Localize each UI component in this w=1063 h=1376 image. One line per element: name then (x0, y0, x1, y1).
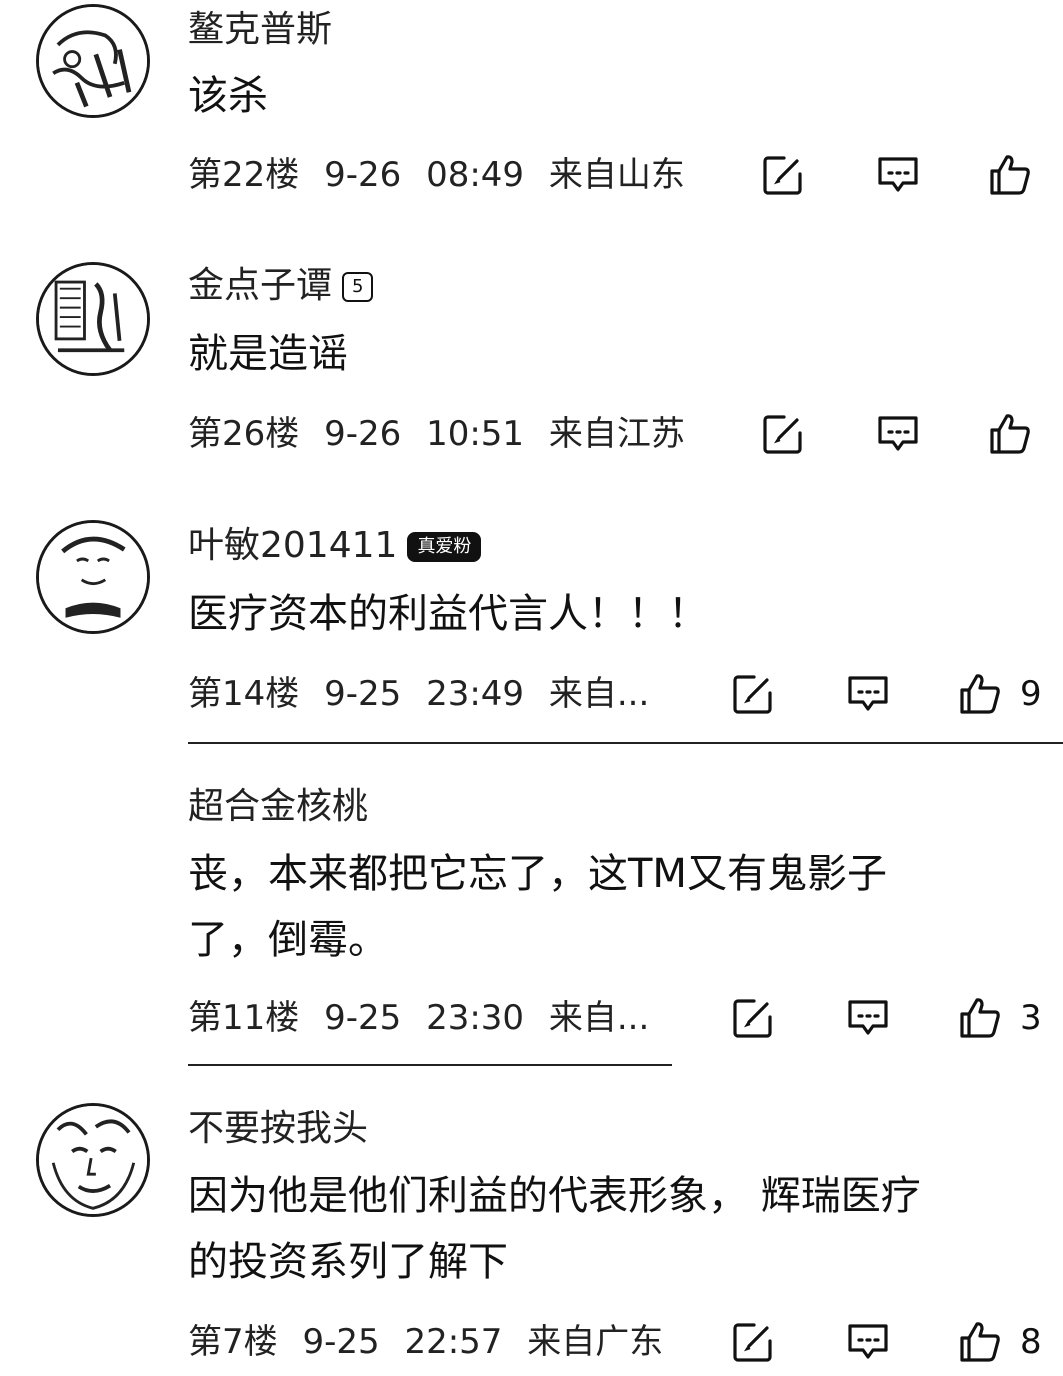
like-count: 3 (1020, 998, 1042, 1038)
floor-number: 第14楼 (188, 674, 300, 714)
post-time: 22:57 (404, 1322, 503, 1362)
comment-text-line1: 丧，本来都把它忘了，这TM又有鬼影子 (188, 851, 887, 897)
edit-icon[interactable] (730, 671, 776, 717)
post-time: 23:30 (426, 998, 525, 1038)
username-text[interactable]: 金点子谭 (188, 265, 332, 306)
thumbs-up-icon[interactable] (987, 152, 1033, 198)
post-date: 9-25 (324, 998, 402, 1038)
level-badge: 5 (342, 272, 374, 302)
location: 来自... (548, 998, 650, 1038)
comment-meta: 第14楼 9-25 23:49 来自... (188, 674, 649, 714)
comment-text: 该杀 (188, 73, 268, 119)
location: 来自山东 (548, 155, 685, 195)
comment-text-line2: 了，倒霉。 (188, 917, 388, 963)
divider (188, 742, 1063, 744)
username: 金点子谭 5 (188, 264, 374, 308)
comment-icon[interactable] (845, 995, 891, 1041)
post-date: 9-25 (324, 674, 402, 714)
avatar[interactable] (36, 520, 150, 634)
username-text[interactable]: 叶敏201411 (188, 525, 397, 566)
location: 来自广东 (527, 1322, 664, 1362)
username[interactable]: 不要按我头 (188, 1107, 368, 1151)
username: 叶敏201411 真爱粉 (188, 524, 482, 568)
edit-icon[interactable] (730, 1319, 776, 1365)
comment-meta: 第26楼 9-26 10:51 来自江苏 (188, 414, 685, 454)
username[interactable]: 鳌克普斯 (188, 8, 332, 52)
comment-meta: 第7楼 9-25 22:57 来自广东 (188, 1322, 663, 1362)
avatar[interactable] (36, 4, 150, 118)
avatar[interactable] (36, 1103, 150, 1217)
like-count: 8 (1020, 1322, 1042, 1362)
floor-number: 第7楼 (188, 1322, 278, 1362)
thumbs-up-icon[interactable] (957, 995, 1003, 1041)
like-count: 9 (1020, 674, 1042, 714)
floor-number: 第22楼 (188, 155, 300, 195)
fan-badge: 真爱粉 (407, 532, 482, 562)
thumbs-up-icon[interactable] (957, 1319, 1003, 1365)
post-time: 23:49 (426, 674, 525, 714)
post-time: 08:49 (426, 155, 525, 195)
comment-icon[interactable] (875, 411, 921, 457)
comment-text: 医疗资本的利益代言人！！！ (188, 591, 708, 637)
post-time: 10:51 (426, 414, 525, 454)
comment-icon[interactable] (875, 152, 921, 198)
post-date: 9-26 (324, 155, 402, 195)
divider (188, 1064, 672, 1066)
avatar[interactable] (36, 262, 150, 376)
comment-meta: 第22楼 9-26 08:49 来自山东 (188, 155, 685, 195)
location: 来自... (548, 674, 650, 714)
floor-number: 第26楼 (188, 414, 300, 454)
edit-icon[interactable] (730, 995, 776, 1041)
edit-icon[interactable] (760, 152, 806, 198)
thumbs-up-icon[interactable] (957, 671, 1003, 717)
username[interactable]: 超合金核桃 (188, 785, 368, 829)
comment-icon[interactable] (845, 1319, 891, 1365)
location: 来自江苏 (548, 414, 685, 454)
comment-icon[interactable] (845, 671, 891, 717)
comment-text-line1: 因为他是他们利益的代表形象， 辉瑞医疗 (188, 1173, 921, 1219)
comment-text: 就是造谣 (188, 331, 348, 377)
post-date: 9-25 (302, 1322, 380, 1362)
post-date: 9-26 (324, 414, 402, 454)
thumbs-up-icon[interactable] (987, 411, 1033, 457)
comment-meta: 第11楼 9-25 23:30 来自... (188, 998, 649, 1038)
floor-number: 第11楼 (188, 998, 300, 1038)
comment-text-line2: 的投资系列了解下 (188, 1239, 508, 1285)
edit-icon[interactable] (760, 411, 806, 457)
